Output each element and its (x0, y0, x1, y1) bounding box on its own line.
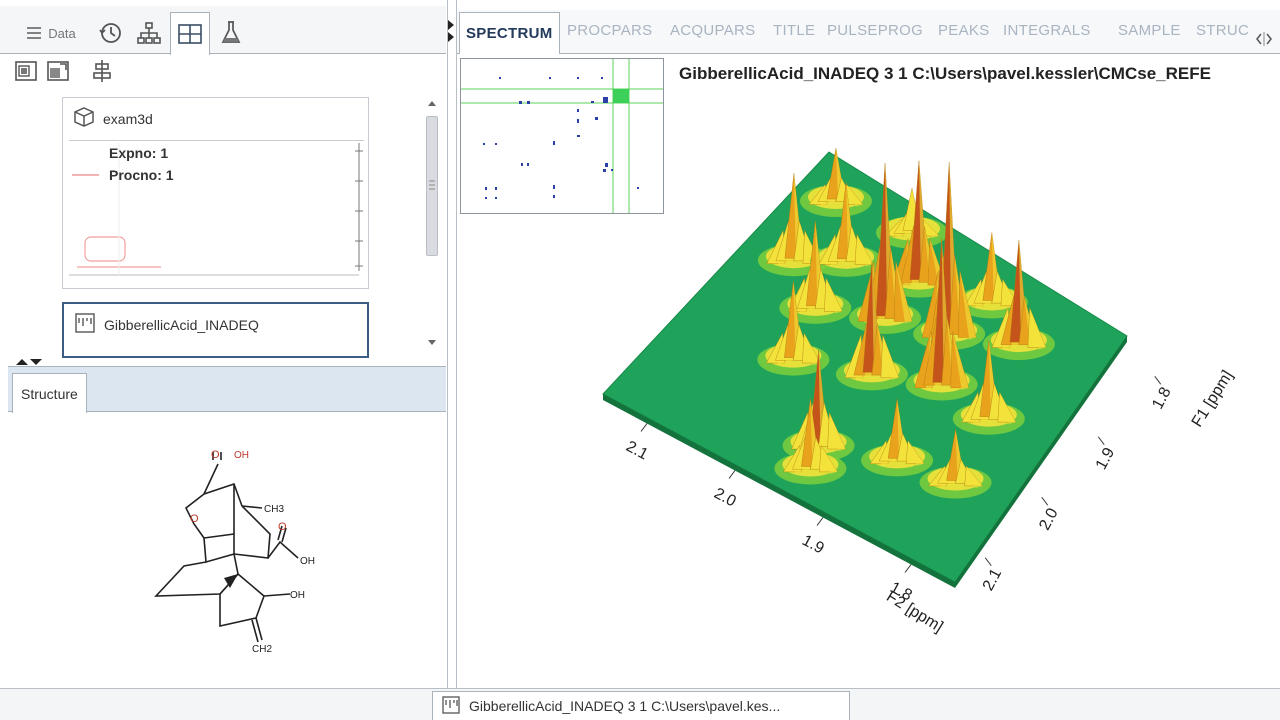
pane-collapse-handle[interactable] (446, 18, 456, 42)
scroll-thumb[interactable] (426, 116, 438, 256)
f1-tick-label: 1.9 (1093, 445, 1118, 473)
left-panel: Data exam3d Expno: 1 Procno: 1 Gibberell… (0, 0, 448, 688)
app-window: Data exam3d Expno: 1 Procno: 1 Gibberell… (0, 0, 1280, 720)
f2-tick (816, 517, 824, 526)
f1-axis-label: F1 [ppm] (1189, 368, 1237, 431)
atom-oh-top: OH (234, 450, 249, 461)
tab-procpars[interactable]: PROCPARS (567, 22, 652, 39)
atom-o-ring: O (190, 513, 199, 525)
status-text: GibberellicAcid_INADEQ 3 1 C:\Users\pave… (469, 698, 781, 714)
tab-pulseprog[interactable]: PULSEPROG (827, 22, 923, 39)
list-icon (26, 26, 42, 40)
spectrum-3d-plot[interactable]: 2.1 2.0 1.9 1.8 F2 [ppm] 2.1 2.0 1.9 1.8 F1 [ppm] (567, 130, 1280, 670)
f1-tick (1154, 375, 1162, 385)
edit-window-button[interactable] (44, 60, 72, 86)
status-window-tab[interactable]: GibberellicAcid_INADEQ 3 1 C:\Users\pave… (432, 691, 850, 720)
status-bar: GibberellicAcid_INADEQ 3 1 C:\Users\pave… (0, 688, 1280, 720)
atom-ch3: CH3 (264, 504, 284, 515)
legend-procno: Procno: 1 (109, 167, 174, 183)
window-edit-icon (46, 60, 70, 87)
legend-expno: Expno: 1 (109, 145, 169, 161)
tab-tree[interactable] (132, 12, 166, 54)
left-tab-bar: Data (0, 6, 446, 55)
f2-tick-label: 2.1 (623, 438, 651, 463)
tab-data[interactable]: Data (14, 12, 88, 54)
spectrum-icon (74, 312, 96, 337)
f2-tick (904, 564, 912, 573)
spectrum-icon (441, 695, 461, 718)
atom-oh-ring: OH (290, 590, 305, 601)
tab-sample[interactable]: SAMPLE (1118, 22, 1181, 39)
atom-ch2: CH2 (252, 644, 272, 655)
f2-tick (640, 423, 648, 432)
spectra-thumbnail-list: exam3d Expno: 1 Procno: 1 GibberellicAci… (0, 92, 446, 358)
thumbnail-scrollbar[interactable] (424, 96, 440, 346)
tab-flask[interactable] (214, 12, 248, 54)
tab-structure[interactable]: Structure (12, 373, 87, 413)
atom-o-top: O (211, 449, 220, 461)
spectrum-panel: SPECTRUM PROCPARS ACQUPARS TITLE PULSEPR… (456, 0, 1280, 688)
spectrum-tab-bar: SPECTRUM PROCPARS ACQUPARS TITLE PULSEPR… (457, 10, 1280, 54)
tab-layout[interactable] (170, 12, 210, 55)
left-toolbar (0, 56, 446, 90)
panel-splitter[interactable] (14, 354, 44, 365)
f2-tick (728, 470, 736, 479)
atom-oh-acid: OH (300, 556, 315, 567)
structure-view: O OH O CH3 O OH OH CH2 (8, 412, 446, 682)
thumbnail-gibberellic-acid[interactable]: GibberellicAcid_INADEQ (62, 302, 369, 358)
f2-tick-label: 1.9 (799, 532, 827, 557)
tree-icon (136, 21, 162, 45)
thumbnail-header: GibberellicAcid_INADEQ (74, 312, 259, 337)
align-icon (90, 59, 114, 88)
tab-title[interactable]: TITLE (773, 22, 815, 39)
layout-icon (177, 23, 203, 45)
f2-axis-label: F2 [ppm] (883, 588, 946, 636)
tab-scroll-buttons[interactable] (1253, 28, 1275, 50)
f1-tick (1097, 436, 1105, 446)
align-button[interactable] (88, 59, 116, 88)
atom-o-acid: O (278, 521, 287, 533)
flask-icon (220, 20, 242, 46)
tab-peaks[interactable]: PEAKS (938, 22, 990, 39)
f1-tick (984, 557, 992, 567)
history-icon (98, 21, 124, 45)
f1-tick-label: 2.1 (980, 566, 1005, 594)
thumbnail-exam3d[interactable]: exam3d Expno: 1 Procno: 1 (62, 97, 369, 289)
thumbnail-header: exam3d (73, 106, 153, 131)
structure-tab-bar: Structure (8, 366, 446, 413)
tab-data-label: Data (48, 25, 76, 41)
f2-tick-label: 2.0 (711, 485, 739, 510)
thumbnail-plot: Expno: 1 Procno: 1 (69, 140, 364, 286)
window-icon (14, 60, 38, 87)
f1-tick-label: 2.0 (1036, 505, 1061, 533)
thumbnail-title: GibberellicAcid_INADEQ (104, 316, 259, 333)
new-window-button[interactable] (12, 60, 40, 86)
spectrum-title: GibberellicAcid_INADEQ 3 1 C:\Users\pave… (679, 64, 1211, 83)
tab-acqupars[interactable]: ACQUPARS (670, 22, 755, 39)
tab-integrals[interactable]: INTEGRALS (1003, 22, 1091, 39)
tab-history[interactable] (94, 12, 128, 54)
tab-struc[interactable]: STRUC (1196, 22, 1249, 39)
cube-icon (73, 106, 95, 131)
tab-spectrum[interactable]: SPECTRUM (459, 12, 560, 54)
thumbnail-title: exam3d (103, 110, 153, 127)
f1-tick (1041, 496, 1049, 506)
f1-tick-label: 1.8 (1149, 384, 1174, 412)
